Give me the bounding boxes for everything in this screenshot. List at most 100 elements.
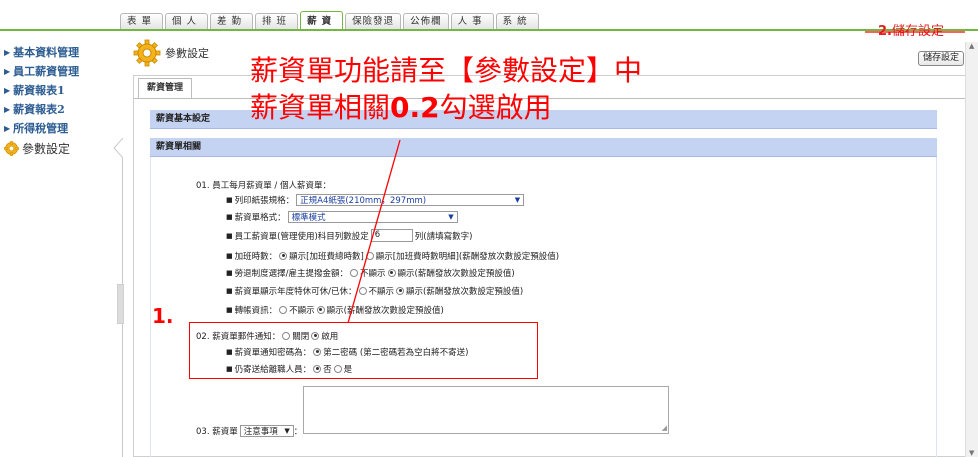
annual-leave-hide-label: 不顯示	[368, 286, 395, 297]
annotation-text: 勾選啟用	[439, 91, 552, 124]
annual-leave-row: ■ 薪資單顯示年度特休可休/已休： 不顯示 顯示(薪酬發放次數設定預設值)	[226, 284, 523, 297]
annotation-instruction-line-2: 薪資單相關0.2勾選啟用	[250, 92, 552, 124]
tab-scheduling[interactable]: 排班	[255, 13, 299, 30]
chevron-down-icon: ▼	[448, 212, 454, 221]
sidebar-item-label: 薪資報表2	[13, 102, 65, 116]
tab-hr[interactable]: 人事	[450, 13, 494, 30]
sidebar-item-label: 所得稅管理	[13, 121, 69, 135]
square-bullet-icon: ■	[226, 268, 233, 277]
notes-type-select[interactable]: 注意事項 ▼	[239, 424, 294, 437]
annotation-number: 0.2	[390, 91, 440, 124]
payslip-item-1-title: 01. 員工每月薪資單 / 個人薪資單：	[196, 178, 331, 191]
transfer-info-hide-radio[interactable]	[279, 305, 288, 314]
annotation-instruction-line-1: 薪資單功能請至【參數設定】中	[250, 54, 643, 87]
transfer-info-show-label: 顯示(薪酬發放次數設定預設值)	[326, 305, 444, 316]
overtime-detail-radio[interactable]	[365, 251, 374, 260]
resize-grip-icon: ◢	[661, 424, 667, 432]
square-bullet-icon: ■	[226, 286, 233, 295]
sidebar-item-label: 薪資報表1	[13, 83, 65, 97]
annotation-step-2: 2.儲存設定	[878, 20, 944, 39]
transfer-info-label: 轉帳資訊：	[234, 305, 278, 316]
tab-insurance[interactable]: 保險發退	[345, 13, 402, 30]
sidebar: ▶ 基本資料管理 ▶ 員工薪資管理 ▶ 薪資報表1 ▶ 薪資報表2 ▶ 所得稅管理 參數設…	[4, 42, 119, 158]
labor-pension-hide-radio[interactable]	[350, 268, 358, 277]
annotation-number: 2.	[878, 24, 892, 39]
sidebar-item-label: 基本資料管理	[13, 45, 80, 59]
sidebar-item-label: 參數設定	[22, 142, 71, 156]
tab-payroll[interactable]: 薪資	[300, 11, 344, 30]
sidebar-item-income-tax[interactable]: ▶ 所得稅管理	[4, 118, 119, 137]
main-tab-bar: 表單 個人 差勤 排班 薪資 保險發退 公佈欄 人事 系統	[120, 11, 541, 30]
paper-size-row: ■ 列印紙張規格： 正規A4紙張(210mm，297mm) ▼	[226, 193, 525, 206]
square-bullet-icon: ■	[226, 212, 233, 221]
overtime-total-radio[interactable]	[279, 251, 288, 260]
tab-attendance[interactable]: 差勤	[210, 13, 254, 30]
overtime-row: ■ 加班時數： 顯示[加班費總時數] 顯示[加班費時數明細](薪酬發放次數設定預…	[226, 249, 559, 262]
annotation-highlight-box	[189, 322, 538, 379]
square-bullet-icon: ■	[226, 195, 233, 204]
chevron-down-icon: ▼	[514, 195, 521, 204]
transfer-info-show-radio[interactable]	[316, 305, 325, 314]
save-settings-button[interactable]: 儲存設定	[917, 51, 964, 66]
labor-pension-label: 勞退制度選擇/雇主提撥金額：	[234, 268, 348, 279]
triangle-right-icon: ▶	[4, 84, 11, 95]
columns-setting-row: ■ 員工薪資單(管理使用)科目列數設定 6 列(請填寫數字)	[226, 229, 472, 242]
tab-system[interactable]: 系統	[495, 13, 539, 30]
gear-icon	[4, 141, 19, 156]
overtime-detail-label: 顯示[加班費時數明細](薪酬發放次數設定預設值)	[375, 251, 560, 262]
overtime-total-label: 顯示[加班費總時數]	[289, 251, 364, 262]
labor-pension-show-label: 顯示(薪酬發放次數設定預設值)	[397, 268, 515, 279]
annual-leave-show-label: 顯示(薪酬發放次數設定預設值)	[406, 286, 524, 297]
payslip-notes-textarea[interactable]: ◢	[303, 386, 669, 434]
sidebar-item-basic-data[interactable]: ▶ 基本資料管理	[4, 42, 119, 61]
transfer-info-hide-label: 不顯示	[289, 305, 315, 316]
columns-count-input[interactable]: 6	[370, 229, 413, 242]
sidebar-item-payroll-report-2[interactable]: ▶ 薪資報表2	[4, 99, 119, 118]
sidebar-item-label: 員工薪資管理	[13, 64, 80, 78]
page-scrollbar[interactable]: ▲ ▼	[965, 42, 978, 457]
tab-payroll-management[interactable]: 薪資管理	[138, 78, 193, 98]
notes-type-value: 注意事項	[243, 426, 278, 437]
square-bullet-icon: ■	[226, 231, 233, 240]
annual-leave-label: 薪資單顯示年度特休可休/已休：	[234, 286, 357, 297]
triangle-right-icon: ▶	[4, 46, 11, 57]
labor-pension-hide-label: 不顯示	[360, 268, 386, 279]
payslip-format-label: 薪資單格式：	[234, 212, 286, 223]
scroll-down-icon[interactable]: ▼	[969, 449, 974, 457]
tab-bar-underline	[0, 29, 978, 31]
paper-size-value: 正規A4紙張(210mm，297mm)	[300, 195, 427, 206]
annual-leave-show-radio[interactable]	[396, 286, 405, 295]
payslip-notes-row: 03. 薪資單 注意事項 ▼ ：	[196, 424, 302, 437]
triangle-right-icon: ▶	[4, 65, 11, 76]
sidebar-item-employee-payroll[interactable]: ▶ 員工薪資管理	[4, 61, 119, 80]
item-title: 03. 薪資單	[196, 426, 238, 437]
annual-leave-hide-radio[interactable]	[358, 286, 367, 295]
section-header-payslip[interactable]: 薪資單相關	[150, 138, 937, 157]
gear-icon	[133, 39, 161, 67]
scroll-up-icon[interactable]: ▲	[969, 42, 974, 50]
paper-size-select[interactable]: 正規A4紙張(210mm，297mm) ▼	[296, 193, 525, 206]
transfer-info-row: ■ 轉帳資訊： 不顯示 顯示(薪酬發放次數設定預設值)	[226, 303, 444, 316]
labor-pension-show-radio[interactable]	[387, 268, 396, 277]
chevron-down-icon: ▼	[284, 426, 290, 435]
sidebar-item-payroll-report-1[interactable]: ▶ 薪資報表1	[4, 80, 119, 99]
notes-colon: ：	[293, 426, 303, 437]
sidebar-active-notch	[113, 138, 123, 158]
tab-forms[interactable]: 表單	[120, 13, 164, 30]
annotation-text: 薪資單相關	[250, 91, 391, 124]
paper-size-label: 列印紙張規格：	[234, 195, 295, 206]
tab-bulletin[interactable]: 公佈欄	[403, 13, 449, 30]
annotation-step-1: 1.	[152, 304, 174, 328]
page-header: 參數設定	[133, 39, 209, 67]
annotation-text: 儲存設定	[891, 24, 944, 39]
sidebar-item-parameter-settings[interactable]: 參數設定	[4, 139, 119, 158]
labor-pension-row: ■ 勞退制度選擇/雇主提撥金額： 不顯示 顯示(薪酬發放次數設定預設值)	[226, 266, 515, 279]
payslip-format-row: ■ 薪資單格式： 標準模式 ▼	[226, 210, 458, 223]
page-title: 參數設定	[165, 47, 209, 60]
overtime-label: 加班時數：	[234, 251, 278, 262]
sidebar-collapse-handle[interactable]	[117, 284, 124, 324]
triangle-right-icon: ▶	[4, 122, 11, 133]
square-bullet-icon: ■	[226, 305, 233, 314]
tab-personal[interactable]: 個人	[165, 13, 209, 30]
payslip-format-select[interactable]: 標準模式 ▼	[287, 210, 458, 223]
